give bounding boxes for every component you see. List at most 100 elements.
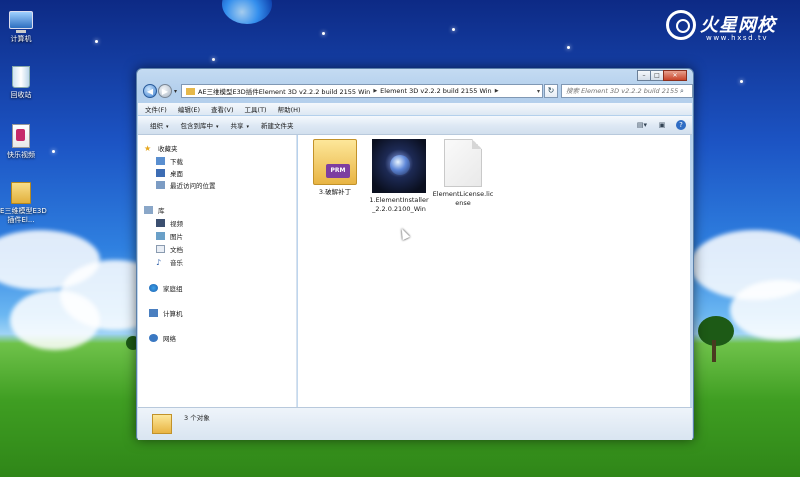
file-name: 3.破解补丁 [318, 188, 352, 196]
nav-desktop[interactable]: 桌面 [156, 168, 183, 178]
file-item-folder[interactable]: PRM 3.破解补丁 [304, 139, 366, 197]
breadcrumb-separator-icon[interactable]: ▶ [373, 88, 377, 94]
nav-pictures[interactable]: 图片 [156, 231, 183, 241]
computer-icon [9, 11, 33, 33]
nav-music[interactable]: ♪ 音乐 [156, 257, 183, 267]
nav-network[interactable]: 网络 [149, 333, 176, 343]
brand-logo: 火星网校 www.hxsd.tv [666, 10, 794, 44]
installer-thumbnail-icon [372, 139, 426, 193]
maximize-button[interactable]: □ [650, 70, 664, 81]
organize-label: 组织 [150, 122, 163, 130]
menu-file[interactable]: 文件(F) [145, 104, 167, 114]
brand-url: www.hxsd.tv [706, 34, 769, 42]
menu-tools[interactable]: 工具(T) [245, 104, 267, 114]
help-icon[interactable]: ? [676, 120, 686, 130]
download-folder-icon [156, 157, 165, 165]
search-icon[interactable]: ⌕ [680, 87, 684, 96]
window-controls: – □ ✕ [637, 70, 687, 81]
address-dropdown-icon[interactable]: ▾ [537, 88, 540, 95]
app-icon [12, 124, 30, 148]
desktop-icon [156, 169, 165, 177]
nav-videos[interactable]: 视频 [156, 218, 183, 228]
search-box[interactable]: ⌕ [561, 84, 693, 98]
details-pane: 3 个对象 [138, 407, 692, 440]
nav-label: 收藏夹 [158, 145, 178, 153]
nav-label: 计算机 [163, 310, 183, 318]
nav-favorites[interactable]: ★ 收藏夹 [144, 143, 178, 153]
include-in-library-label: 包含到库中 [180, 122, 214, 130]
nav-label: 文档 [170, 246, 183, 254]
desktop-icon-folder[interactable]: AE三维模型E3D插件El... [0, 182, 49, 225]
preview-pane-icon[interactable]: ▣ [656, 120, 668, 130]
nav-libraries[interactable]: 库 [144, 205, 165, 215]
file-item-license[interactable]: ElementLicense.license [432, 139, 494, 208]
desktop-icon-label: AE三维模型E3D插件El... [0, 207, 47, 224]
network-icon [149, 334, 158, 342]
nav-label: 最近访问的位置 [170, 182, 216, 190]
homegroup-icon [149, 284, 158, 292]
command-bar: 组织 ▾ 包含到库中 ▾ 共享 ▾ 新建文件夹 ▤▾ ▣ ? [138, 116, 692, 135]
file-item-installer[interactable]: 1.ElementInstaller_2.2.0.2100_Win [368, 139, 430, 214]
nav-label: 视频 [170, 220, 183, 228]
folder-icon [186, 87, 195, 95]
nav-label: 桌面 [170, 170, 183, 178]
address-bar[interactable]: AE三维模型E3D插件Element 3D v2.2.2 build 2155 … [181, 84, 543, 98]
nav-computer[interactable]: 计算机 [149, 308, 183, 318]
nav-label: 家庭组 [163, 285, 183, 293]
prm-badge: PRM [326, 164, 350, 178]
star-icon: ★ [144, 144, 152, 153]
chevron-down-icon: ▾ [166, 124, 169, 130]
include-in-library-button[interactable]: 包含到库中 ▾ [181, 120, 219, 130]
desktop-icon-label: 回收站 [10, 91, 32, 99]
nav-downloads[interactable]: 下载 [156, 156, 183, 166]
navigation-pane: ★ 收藏夹 下载 桌面 最近访问的位置 库 视频 图片 文档 ♪ 音乐 家庭组 计算… [138, 135, 297, 407]
share-button[interactable]: 共享 ▾ [231, 120, 250, 130]
explorer-window: – □ ✕ ◀ ▶ ▾ AE三维模型E3D插件Element 3D v2.2.2… [136, 68, 694, 440]
document-icon [156, 245, 165, 253]
file-name: 1.ElementInstaller_2.2.0.2100_Win [369, 196, 429, 213]
license-file-icon [444, 139, 482, 187]
change-view-icon[interactable]: ▤▾ [636, 120, 648, 130]
forward-button[interactable]: ▶ [158, 84, 172, 98]
new-folder-button[interactable]: 新建文件夹 [261, 120, 294, 130]
nav-label: 音乐 [170, 259, 183, 267]
picture-icon [156, 232, 165, 240]
chevron-down-icon: ▾ [216, 124, 219, 130]
history-dropdown-icon[interactable]: ▾ [174, 88, 177, 95]
library-icon [144, 206, 153, 214]
breadcrumb-separator-icon[interactable]: ▶ [495, 88, 499, 94]
close-button[interactable]: ✕ [663, 70, 687, 81]
nav-label: 库 [158, 207, 165, 215]
nav-homegroup[interactable]: 家庭组 [149, 283, 183, 293]
minimize-button[interactable]: – [637, 70, 651, 81]
folder-icon [152, 414, 172, 434]
search-input[interactable] [562, 87, 678, 95]
nav-documents[interactable]: 文档 [156, 244, 183, 254]
nav-label: 网络 [163, 335, 176, 343]
breadcrumb-item[interactable]: AE三维模型E3D插件Element 3D v2.2.2 build 2155 … [198, 86, 370, 96]
item-count: 3 个对象 [184, 414, 210, 422]
nav-label: 图片 [170, 233, 183, 241]
file-list: PRM 3.破解补丁 1.ElementInstaller_2.2.0.2100… [298, 135, 690, 407]
desktop-icon-label: 计算机 [10, 35, 32, 43]
computer-icon [149, 309, 158, 317]
folder-icon [11, 182, 31, 204]
desktop-icon-label: 快乐视频 [7, 151, 35, 159]
menu-edit[interactable]: 编辑(E) [178, 104, 200, 114]
menu-view[interactable]: 查看(V) [211, 104, 234, 114]
desktop-icon-app[interactable]: 快乐视频 [0, 124, 49, 160]
organize-button[interactable]: 组织 ▾ [150, 120, 169, 130]
address-row: ◀ ▶ ▾ AE三维模型E3D插件Element 3D v2.2.2 build… [141, 83, 693, 101]
recent-places-icon [156, 181, 165, 189]
menu-help[interactable]: 帮助(H) [278, 104, 301, 114]
desktop-icon-recycle-bin[interactable]: 回收站 [0, 66, 49, 100]
breadcrumb-item[interactable]: Element 3D v2.2.2 build 2155 Win [380, 87, 492, 95]
back-button[interactable]: ◀ [143, 84, 157, 98]
file-name: ElementLicense.license [432, 190, 494, 207]
refresh-button[interactable]: ↻ [544, 84, 558, 98]
nav-label: 下载 [170, 158, 183, 166]
sky-orb [222, 0, 272, 24]
music-icon: ♪ [156, 258, 162, 267]
desktop-icon-computer[interactable]: 计算机 [0, 8, 49, 44]
nav-recent-places[interactable]: 最近访问的位置 [156, 180, 216, 190]
